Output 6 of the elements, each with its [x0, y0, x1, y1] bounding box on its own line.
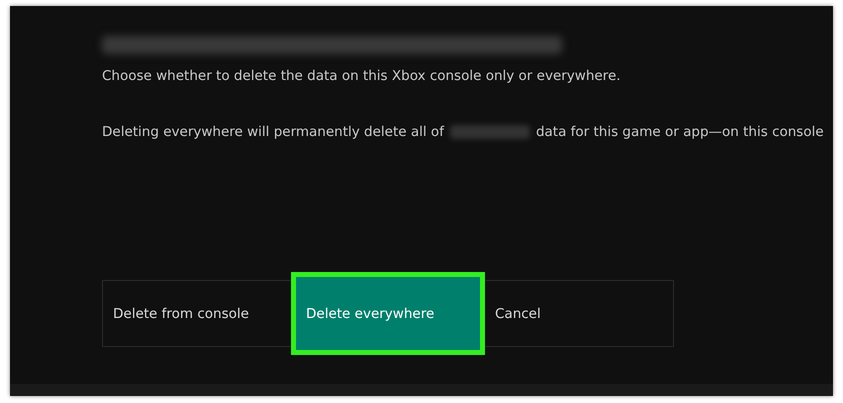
dialog-button[interactable]: Delete everywhere — [296, 277, 480, 350]
warning-text: data for this game or app—on this console — [536, 124, 824, 140]
warning-text: Deleting everywhere will permanently delete all of — [102, 124, 444, 140]
dialog-button[interactable]: Cancel — [485, 281, 673, 346]
dialog-button[interactable]: Delete from console — [103, 281, 291, 346]
message-text: Choose whether to delete the data on this Xbox console only or everywhere. — [102, 68, 622, 84]
